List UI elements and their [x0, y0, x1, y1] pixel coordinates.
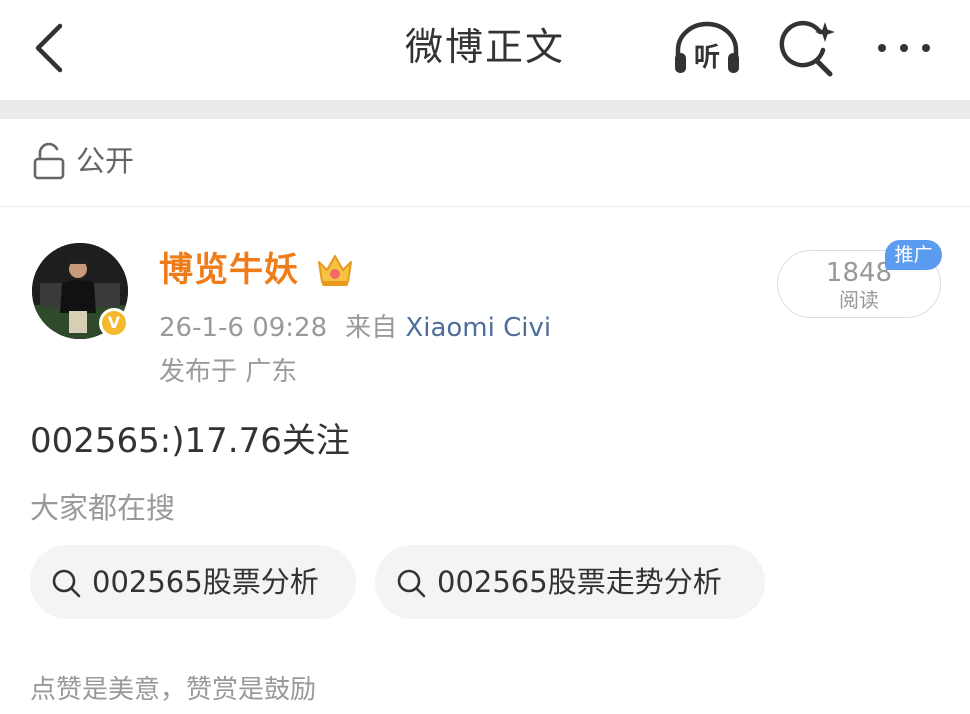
post-meta: 26-1-6 09:28 来自 Xiaomi Civi	[159, 310, 551, 346]
hot-search-chip[interactable]: 002565股票走势分析	[375, 545, 765, 619]
promo-badge[interactable]: 推广	[885, 240, 942, 270]
section-divider	[0, 100, 970, 119]
headphones-icon: 听	[675, 21, 739, 73]
post-location: 发布于 广东	[159, 357, 298, 387]
ai-search-button[interactable]	[776, 18, 838, 80]
visibility-row	[0, 119, 970, 207]
visibility-label: 公开	[76, 144, 135, 178]
hot-search-title: 大家都在搜	[30, 491, 176, 525]
post-text: 002565:)17.76关注	[30, 421, 350, 461]
author-name[interactable]: 博览牛妖	[159, 248, 299, 292]
search-icon	[52, 569, 81, 598]
hot-search-chip-label: 002565股票走势分析	[437, 565, 722, 599]
source-device-link[interactable]: Xiaomi Civi	[405, 313, 551, 343]
hot-search-chip[interactable]: 002565股票分析	[30, 545, 356, 619]
listen-label: 听	[694, 43, 720, 73]
more-button[interactable]	[874, 26, 934, 70]
crown-icon	[318, 255, 352, 286]
more-dots-icon	[878, 44, 930, 52]
reward-prompt: 点赞是美意，赞赏是鼓励	[30, 675, 317, 705]
post-date: 26-1-6 09:28	[159, 313, 328, 343]
hot-search-chip-label: 002565股票分析	[92, 565, 319, 599]
listen-button[interactable]: 听	[672, 20, 742, 76]
source-prefix: 来自	[345, 313, 398, 343]
search-icon	[397, 569, 426, 598]
top-bar: 微博正文 听	[0, 0, 970, 98]
read-label: 阅读	[839, 288, 879, 312]
unlock-icon	[33, 142, 65, 180]
verified-badge: V	[99, 308, 129, 338]
ai-search-icon	[779, 20, 835, 77]
